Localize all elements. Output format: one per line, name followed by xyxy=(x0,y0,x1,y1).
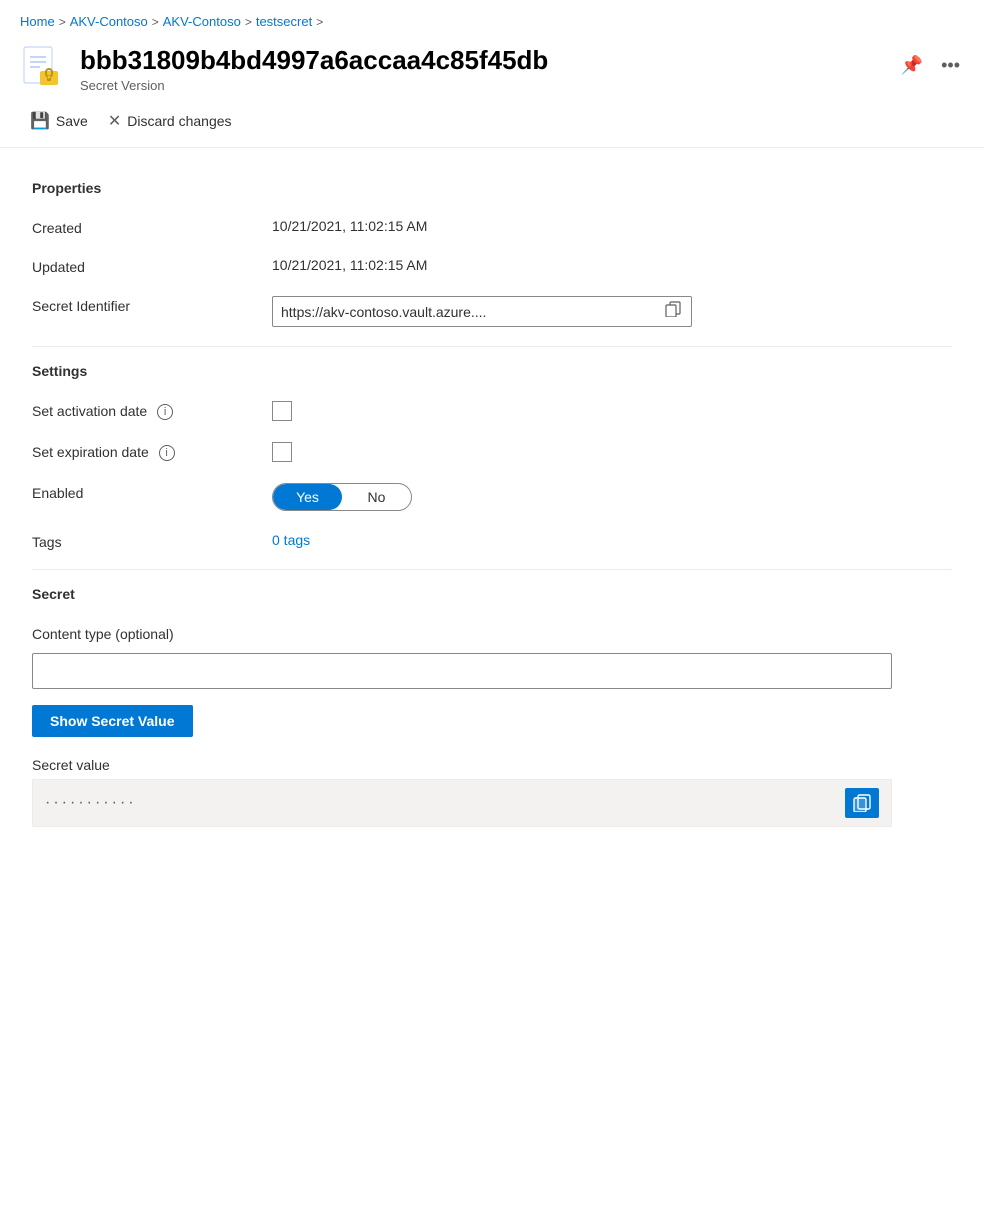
breadcrumb-testsecret[interactable]: testsecret xyxy=(256,14,312,29)
secret-id-label: Secret Identifier xyxy=(32,296,272,314)
content-type-input[interactable] xyxy=(32,653,892,689)
secret-id-row: Secret Identifier https://akv-contoso.va… xyxy=(32,286,952,338)
enabled-yes-button[interactable]: Yes xyxy=(273,484,342,510)
copy-secret-id-button[interactable] xyxy=(663,301,683,322)
discard-icon: ✕ xyxy=(108,111,121,131)
breadcrumb-sep-2: > xyxy=(152,15,159,29)
secret-divider xyxy=(32,569,952,570)
secret-id-text: https://akv-contoso.vault.azure.... xyxy=(281,304,657,320)
copy-blue-icon xyxy=(853,794,871,812)
enabled-row: Enabled Yes No xyxy=(32,473,952,522)
enabled-value: Yes No xyxy=(272,483,952,511)
copy-secret-value-button[interactable] xyxy=(845,788,879,818)
secret-value-label: Secret value xyxy=(32,757,952,773)
save-label: Save xyxy=(56,113,88,129)
enabled-toggle-group: Yes No xyxy=(272,483,412,511)
secret-id-field-wrapper: https://akv-contoso.vault.azure.... xyxy=(272,296,952,327)
created-value: 10/21/2021, 11:02:15 AM xyxy=(272,218,952,234)
tags-label: Tags xyxy=(32,532,272,550)
page-title: bbb31809b4bd4997a6accaa4c85f45db xyxy=(80,45,881,76)
page-header-actions: 📌 ••• xyxy=(897,45,964,78)
secret-value-field: ··········· xyxy=(32,779,892,827)
more-icon: ••• xyxy=(941,55,960,76)
breadcrumb-sep-3: > xyxy=(245,15,252,29)
updated-row: Updated 10/21/2021, 11:02:15 AM xyxy=(32,247,952,286)
tags-value: 0 tags xyxy=(272,532,952,548)
activation-date-value xyxy=(272,401,952,421)
page-subtitle: Secret Version xyxy=(80,78,881,93)
pin-icon: 📌 xyxy=(901,55,923,76)
breadcrumb-home[interactable]: Home xyxy=(20,14,55,29)
expiration-info-icon[interactable]: i xyxy=(159,445,175,461)
settings-section-title: Settings xyxy=(32,363,952,379)
tags-link[interactable]: 0 tags xyxy=(272,532,310,548)
tags-row: Tags 0 tags xyxy=(32,522,952,561)
content-type-label: Content type (optional) xyxy=(32,624,272,642)
properties-section-title: Properties xyxy=(32,180,952,196)
created-row: Created 10/21/2021, 11:02:15 AM xyxy=(32,208,952,247)
breadcrumb-sep-1: > xyxy=(59,15,66,29)
copy-icon xyxy=(665,301,681,317)
secret-id-field: https://akv-contoso.vault.azure.... xyxy=(272,296,692,327)
content-type-row: Content type (optional) xyxy=(32,614,952,653)
page-icon xyxy=(20,45,64,92)
enabled-label: Enabled xyxy=(32,483,272,501)
page-header: bbb31809b4bd4997a6accaa4c85f45db Secret … xyxy=(0,39,984,101)
save-icon: 💾 xyxy=(30,111,50,131)
breadcrumb: Home > AKV-Contoso > AKV-Contoso > tests… xyxy=(0,0,984,39)
page-title-block: bbb31809b4bd4997a6accaa4c85f45db Secret … xyxy=(80,45,881,93)
breadcrumb-akv2[interactable]: AKV-Contoso xyxy=(163,14,241,29)
show-secret-value-button[interactable]: Show Secret Value xyxy=(32,705,193,737)
breadcrumb-sep-4: > xyxy=(316,15,323,29)
activation-date-label: Set activation date i xyxy=(32,401,272,420)
activation-info-icon[interactable]: i xyxy=(157,404,173,420)
updated-value: 10/21/2021, 11:02:15 AM xyxy=(272,257,952,273)
expiration-date-checkbox[interactable] xyxy=(272,442,292,462)
more-button[interactable]: ••• xyxy=(937,53,964,78)
secret-section-title: Secret xyxy=(32,586,952,602)
expiration-date-row: Set expiration date i xyxy=(32,432,952,473)
secret-value-section: Secret value ··········· xyxy=(32,757,952,827)
activation-date-row: Set activation date i xyxy=(32,391,952,432)
updated-label: Updated xyxy=(32,257,272,275)
secret-dots: ··········· xyxy=(45,794,845,812)
breadcrumb-akv1[interactable]: AKV-Contoso xyxy=(70,14,148,29)
discard-label: Discard changes xyxy=(127,113,231,129)
toolbar: 💾 Save ✕ Discard changes xyxy=(0,101,984,148)
settings-divider xyxy=(32,346,952,347)
pin-button[interactable]: 📌 xyxy=(897,53,927,78)
main-content: Properties Created 10/21/2021, 11:02:15 … xyxy=(0,148,984,851)
created-label: Created xyxy=(32,218,272,236)
expiration-date-label: Set expiration date i xyxy=(32,442,272,461)
discard-button[interactable]: ✕ Discard changes xyxy=(98,105,242,137)
expiration-date-value xyxy=(272,442,952,462)
activation-date-checkbox[interactable] xyxy=(272,401,292,421)
save-button[interactable]: 💾 Save xyxy=(20,105,98,137)
enabled-no-button[interactable]: No xyxy=(342,484,411,510)
